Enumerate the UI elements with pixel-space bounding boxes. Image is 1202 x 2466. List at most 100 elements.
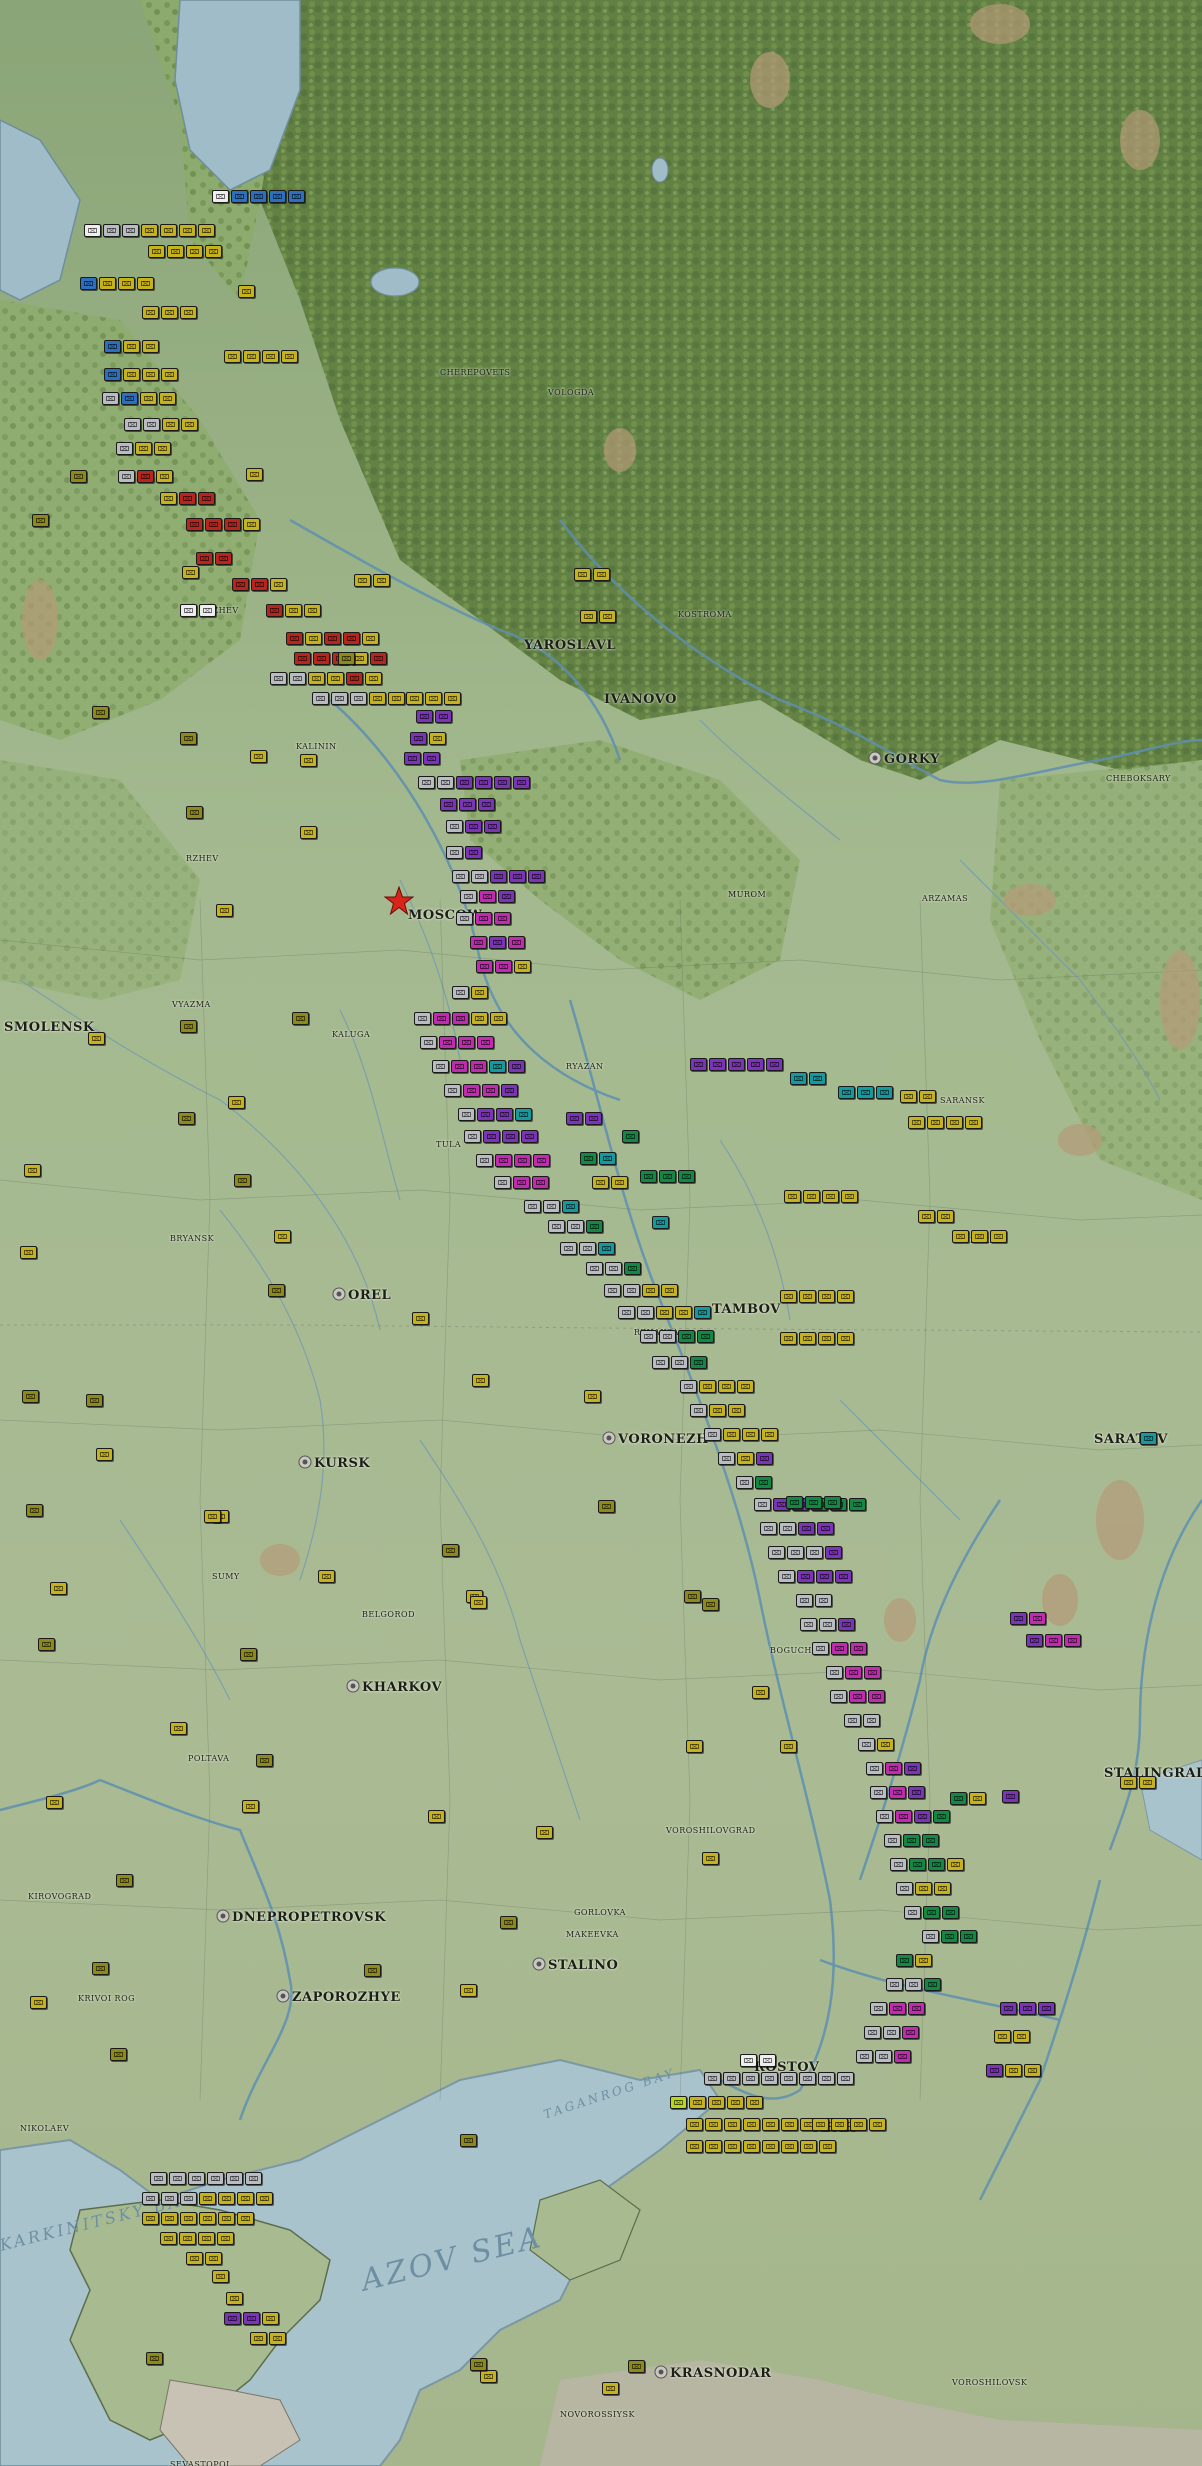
soviet-unit-counter[interactable]: [678, 1170, 695, 1183]
axis-unit-counter[interactable]: [312, 692, 329, 705]
soviet-unit-counter[interactable]: [611, 1176, 628, 1189]
soviet-unit-counter[interactable]: [908, 2002, 925, 2015]
axis-unit-counter[interactable]: [884, 1834, 901, 1847]
soviet-unit-counter[interactable]: [889, 1786, 906, 1799]
axis-unit-counter[interactable]: [886, 1978, 903, 1991]
town-label-belgorod[interactable]: BELGOROD: [362, 1610, 415, 1619]
axis-unit-counter[interactable]: [779, 1522, 796, 1535]
city-label-stalino[interactable]: STALINO: [548, 1958, 618, 1973]
soviet-unit-counter[interactable]: [500, 1916, 517, 1929]
soviet-unit-counter[interactable]: [709, 1058, 726, 1071]
soviet-unit-counter[interactable]: [697, 1330, 714, 1343]
soviet-unit-counter[interactable]: [838, 1086, 855, 1099]
soviet-unit-counter[interactable]: [1019, 2002, 1036, 2015]
soviet-unit-counter[interactable]: [477, 1108, 494, 1121]
soviet-unit-counter[interactable]: [1038, 2002, 1055, 2015]
soviet-unit-counter[interactable]: [161, 306, 178, 319]
city-label-kursk[interactable]: KURSK: [314, 1456, 370, 1471]
soviet-unit-counter[interactable]: [1005, 2064, 1022, 2077]
soviet-unit-counter[interactable]: [942, 1906, 959, 1919]
soviet-unit-counter[interactable]: [70, 470, 87, 483]
soviet-unit-counter[interactable]: [92, 1962, 109, 1975]
soviet-unit-counter[interactable]: [895, 1810, 912, 1823]
soviet-unit-counter[interactable]: [803, 1190, 820, 1203]
soviet-unit-counter[interactable]: [690, 1356, 707, 1369]
soviet-unit-counter[interactable]: [816, 1570, 833, 1583]
soviet-unit-counter[interactable]: [752, 1686, 769, 1699]
soviet-unit-counter[interactable]: [460, 2134, 477, 2147]
soviet-unit-counter[interactable]: [198, 492, 215, 505]
soviet-unit-counter[interactable]: [231, 190, 248, 203]
axis-unit-counter[interactable]: [812, 1642, 829, 1655]
soviet-unit-counter[interactable]: [135, 442, 152, 455]
soviet-unit-counter[interactable]: [180, 732, 197, 745]
axis-unit-counter[interactable]: [890, 1858, 907, 1871]
soviet-unit-counter[interactable]: [699, 1380, 716, 1393]
axis-unit-counter[interactable]: [623, 1284, 640, 1297]
soviet-unit-counter[interactable]: [761, 1428, 778, 1441]
soviet-unit-counter[interactable]: [116, 1874, 133, 1887]
soviet-unit-counter[interactable]: [742, 1428, 759, 1441]
soviet-unit-counter[interactable]: [894, 2050, 911, 2063]
axis-unit-counter[interactable]: [760, 1522, 777, 1535]
soviet-unit-counter[interactable]: [914, 1810, 931, 1823]
soviet-unit-counter[interactable]: [709, 1404, 726, 1417]
soviet-unit-counter[interactable]: [599, 1152, 616, 1165]
soviet-unit-counter[interactable]: [416, 710, 433, 723]
axis-unit-counter[interactable]: [476, 1154, 493, 1167]
soviet-unit-counter[interactable]: [1029, 1612, 1046, 1625]
axis-unit-counter[interactable]: [471, 870, 488, 883]
axis-unit-counter[interactable]: [207, 2172, 224, 2185]
soviet-unit-counter[interactable]: [32, 514, 49, 527]
axis-unit-counter[interactable]: [652, 1356, 669, 1369]
soviet-unit-counter[interactable]: [215, 552, 232, 565]
soviet-unit-counter[interactable]: [841, 1190, 858, 1203]
soviet-unit-counter[interactable]: [799, 1290, 816, 1303]
soviet-unit-counter[interactable]: [941, 1930, 958, 1943]
soviet-unit-counter[interactable]: [686, 2118, 703, 2131]
soviet-unit-counter[interactable]: [196, 552, 213, 565]
soviet-unit-counter[interactable]: [864, 1666, 881, 1679]
soviet-unit-counter[interactable]: [286, 632, 303, 645]
soviet-unit-counter[interactable]: [900, 1090, 917, 1103]
axis-unit-counter[interactable]: [494, 1176, 511, 1189]
axis-unit-counter[interactable]: [543, 1200, 560, 1213]
soviet-unit-counter[interactable]: [656, 1306, 673, 1319]
soviet-unit-counter[interactable]: [723, 1428, 740, 1441]
soviet-unit-counter[interactable]: [472, 1374, 489, 1387]
axis-unit-counter[interactable]: [671, 1356, 688, 1369]
soviet-unit-counter[interactable]: [762, 2140, 779, 2153]
soviet-unit-counter[interactable]: [915, 1954, 932, 1967]
soviet-unit-counter[interactable]: [86, 1394, 103, 1407]
soviet-unit-counter[interactable]: [947, 1858, 964, 1871]
soviet-unit-counter[interactable]: [262, 350, 279, 363]
soviet-unit-counter[interactable]: [205, 2252, 222, 2265]
soviet-unit-counter[interactable]: [837, 1290, 854, 1303]
soviet-unit-counter[interactable]: [1013, 2030, 1030, 2043]
soviet-unit-counter[interactable]: [952, 1230, 969, 1243]
soviet-unit-counter[interactable]: [857, 1086, 874, 1099]
soviet-unit-counter[interactable]: [304, 604, 321, 617]
city-label-krasnodar[interactable]: KRASNODAR: [670, 2366, 771, 2381]
soviet-unit-counter[interactable]: [533, 1154, 550, 1167]
soviet-unit-counter[interactable]: [435, 710, 452, 723]
town-label-cherepovets[interactable]: CHEREPOVETS: [440, 368, 511, 377]
soviet-unit-counter[interactable]: [780, 1332, 797, 1345]
soviet-unit-counter[interactable]: [812, 2118, 829, 2131]
soviet-unit-counter[interactable]: [971, 1230, 988, 1243]
axis-unit-counter[interactable]: [922, 1930, 939, 1943]
axis-unit-counter[interactable]: [560, 1242, 577, 1255]
axis-unit-counter[interactable]: [856, 2050, 873, 2063]
soviet-unit-counter[interactable]: [686, 2140, 703, 2153]
soviet-unit-counter[interactable]: [141, 224, 158, 237]
soviet-unit-counter[interactable]: [746, 2096, 763, 2109]
axis-unit-counter[interactable]: [605, 1262, 622, 1275]
axis-unit-counter[interactable]: [858, 1738, 875, 1751]
axis-unit-counter[interactable]: [718, 1452, 735, 1465]
soviet-unit-counter[interactable]: [780, 1290, 797, 1303]
soviet-unit-counter[interactable]: [1024, 2064, 1041, 2077]
soviet-unit-counter[interactable]: [694, 1306, 711, 1319]
soviet-unit-counter[interactable]: [659, 1170, 676, 1183]
soviet-unit-counter[interactable]: [495, 1154, 512, 1167]
soviet-unit-counter[interactable]: [592, 1176, 609, 1189]
